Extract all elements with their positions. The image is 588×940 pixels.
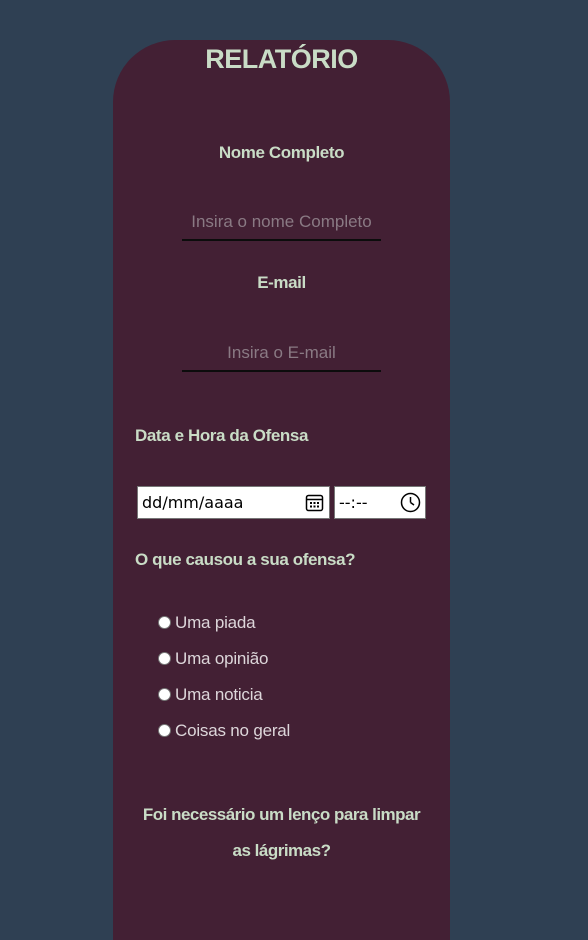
radio-button[interactable]	[158, 723, 171, 737]
name-input[interactable]	[182, 205, 381, 241]
radio-button[interactable]	[158, 615, 171, 629]
offense-option[interactable]: Uma piada	[158, 611, 256, 635]
option-label: Coisas no geral	[175, 721, 291, 740]
option-label: Uma noticia	[175, 685, 263, 704]
name-label: Nome Completo	[218, 143, 345, 162]
offense-option[interactable]: Coisas no geral	[158, 719, 290, 743]
email-input[interactable]	[182, 336, 381, 372]
option-label: Uma opinião	[175, 649, 269, 668]
datetime-label: Data e Hora da Ofensa	[135, 426, 308, 445]
email-label: E-mail	[257, 273, 306, 292]
calendar-icon[interactable]	[305, 493, 324, 512]
offense-option[interactable]: Uma noticia	[158, 683, 263, 707]
offense-option[interactable]: Uma opinião	[158, 647, 268, 671]
form-title: RELATÓRIO	[205, 44, 358, 74]
option-label: Uma piada	[175, 613, 256, 632]
date-placeholder: dd/mm/aaaa	[142, 493, 244, 512]
radio-button[interactable]	[158, 651, 171, 665]
tissue-question: Foi necessário um lenço para limpar as l…	[142, 805, 421, 860]
radio-button[interactable]	[158, 687, 171, 701]
report-form-card: RELATÓRIO Nome Completo E-mail Data e Ho…	[113, 40, 450, 940]
date-input[interactable]: dd/mm/aaaa	[137, 486, 330, 519]
time-input[interactable]: --:--	[334, 486, 426, 519]
offense-question: O que causou a sua ofensa?	[135, 550, 356, 569]
time-placeholder: --:--	[339, 493, 368, 512]
clock-icon[interactable]	[400, 492, 421, 513]
